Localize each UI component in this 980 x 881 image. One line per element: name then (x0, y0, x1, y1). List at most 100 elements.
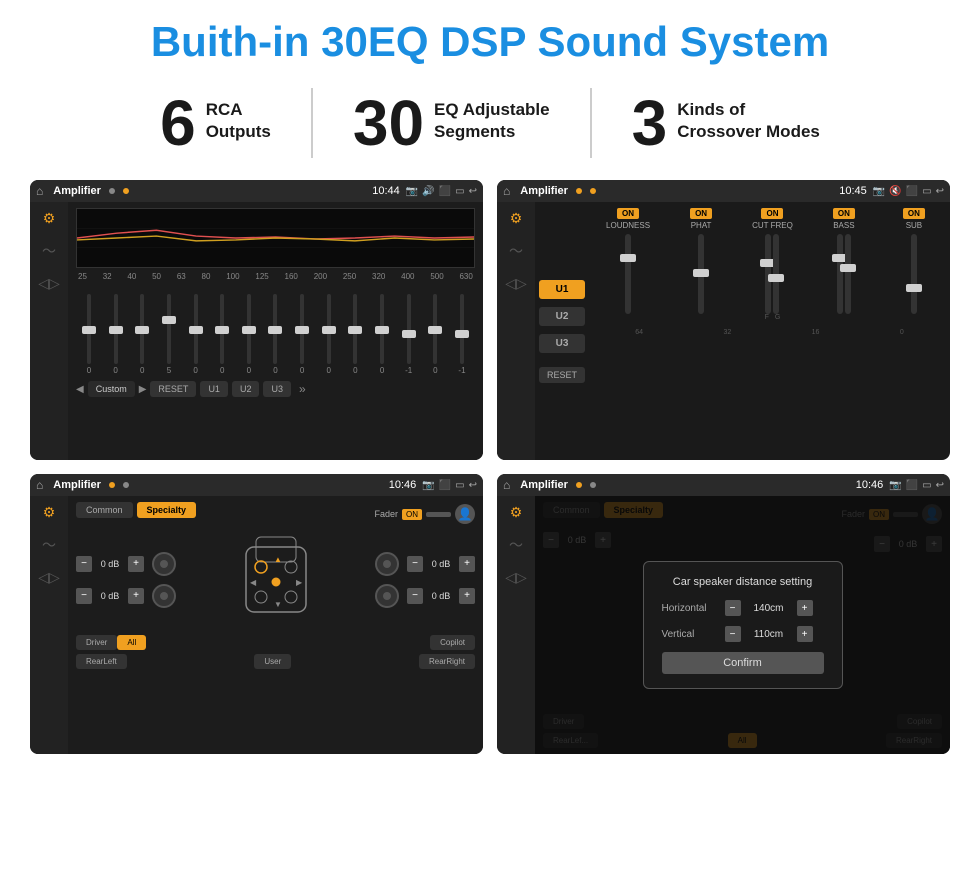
ch4-plus[interactable]: + (459, 588, 475, 604)
ch3-plus[interactable]: + (459, 556, 475, 572)
sidebar-vol-icon[interactable]: ◁▷ (38, 275, 60, 292)
dialog-horizontal-value: 140cm (749, 603, 789, 614)
ch2-plus[interactable]: + (128, 588, 144, 604)
vertical-minus[interactable]: − (725, 626, 741, 642)
eq-next-arrow[interactable]: ▶ (139, 384, 147, 395)
u3-button[interactable]: U3 (539, 334, 585, 353)
rearright-btn[interactable]: RearRight (419, 654, 475, 669)
stat-crossover-number: 3 (632, 91, 668, 155)
slider-1: 0 (78, 294, 100, 375)
screen1-content: ⚙ 〜 ◁▷ (30, 202, 483, 460)
ch3-value: 0 dB (427, 559, 455, 569)
ch1-minus[interactable]: − (76, 556, 92, 572)
horizontal-plus[interactable]: + (797, 600, 813, 616)
ch-bass: ON BASS (825, 208, 863, 321)
tab-specialty[interactable]: Specialty (137, 502, 197, 518)
slider-3: 0 (131, 294, 153, 375)
speaker-icon-2 (152, 584, 176, 608)
dialog-vertical-row: Vertical − 110cm + (662, 626, 824, 642)
speaker-icon-3 (375, 552, 399, 576)
dot-8 (590, 482, 596, 488)
ch-row-1: − 0 dB + (76, 552, 176, 576)
status-icons-2: 📷🔇⬛▭↩ (873, 186, 944, 197)
slider-13: -1 (398, 294, 420, 375)
eq-freq-labels: 25 32 40 50 63 80 100 125 160 200 250 32… (76, 272, 475, 281)
sidebar-eq-icon[interactable]: ⚙ (43, 210, 56, 227)
ch-loudness-slider[interactable] (625, 234, 631, 314)
ch3-minus[interactable]: − (407, 556, 423, 572)
rearleft-btn[interactable]: RearLeft (76, 654, 127, 669)
amp-reset-btn[interactable]: RESET (539, 367, 585, 383)
screen1-time: 10:44 (372, 185, 400, 197)
fader-slider[interactable] (426, 512, 451, 517)
eq-u1-btn[interactable]: U1 (200, 381, 228, 397)
eq-prev-arrow[interactable]: ◀ (76, 384, 84, 395)
left-sidebar-4: ⚙ 〜 ◁▷ (497, 496, 535, 754)
fader-label: Fader (374, 509, 398, 519)
sidebar-icon-3a[interactable]: ⚙ (43, 504, 56, 521)
tab-row-3: Common Specialty (76, 502, 196, 518)
ch4-minus[interactable]: − (407, 588, 423, 604)
dot-2 (123, 188, 129, 194)
ch-cutfreq-slider-g[interactable] (773, 234, 779, 314)
eq-u2-btn[interactable]: U2 (232, 381, 260, 397)
horizontal-minus[interactable]: − (725, 600, 741, 616)
home-icon-3: ⌂ (36, 478, 43, 492)
stat-crossover-label: Kinds ofCrossover Modes (677, 91, 820, 143)
tab-common[interactable]: Common (76, 502, 133, 518)
person-icon: 👤 (455, 504, 475, 524)
copilot-btn[interactable]: Copilot (430, 635, 475, 650)
sidebar-icon-3c[interactable]: ◁▷ (38, 569, 60, 586)
left-sidebar-3: ⚙ 〜 ◁▷ (30, 496, 68, 754)
eq-u3-btn[interactable]: U3 (263, 381, 291, 397)
slider-14: 0 (424, 294, 446, 375)
eq-sliders: 0 0 0 5 (76, 285, 475, 375)
page-title: Buith-in 30EQ DSP Sound System (30, 18, 950, 66)
freq-320: 320 (372, 272, 385, 281)
u1-button[interactable]: U1 (539, 280, 585, 299)
sidebar-icon-4a[interactable]: ⚙ (510, 504, 523, 521)
confirm-button[interactable]: Confirm (662, 652, 824, 674)
ch-sub-slider[interactable] (911, 234, 917, 314)
sidebar-icon-3b[interactable]: 〜 (42, 535, 56, 555)
ch-phat-slider[interactable] (698, 234, 704, 314)
ch-bass-slider-g[interactable] (845, 234, 851, 314)
sidebar-icon-4c[interactable]: ◁▷ (505, 569, 527, 586)
screen4-content: ⚙ 〜 ◁▷ Common Specialty Fader (497, 496, 950, 754)
screen-dialog: ⌂ Amplifier 10:46 📷⬛▭↩ ⚙ 〜 ◁▷ (497, 474, 950, 754)
svg-text:▶: ▶ (296, 578, 303, 587)
sidebar-wave-icon-2[interactable]: 〜 (509, 241, 523, 261)
sidebar-vol-icon-2[interactable]: ◁▷ (505, 275, 527, 292)
ch-loudness: ON LOUDNESS (606, 208, 650, 321)
ch-phat: ON PHAT (682, 208, 720, 321)
sidebar-wave-icon[interactable]: 〜 (42, 241, 56, 261)
driver-btn[interactable]: Driver (76, 635, 117, 650)
dot-6 (123, 482, 129, 488)
user-btn[interactable]: User (254, 654, 291, 669)
slider-15: -1 (451, 294, 473, 375)
screen-amp: ⌂ Amplifier 10:45 📷🔇⬛▭↩ ⚙ 〜 ◁▷ U1 (497, 180, 950, 460)
slider-7: 0 (238, 294, 260, 375)
ch1-value: 0 dB (96, 559, 124, 569)
sidebar-eq-icon-2[interactable]: ⚙ (510, 210, 523, 227)
screen3-content: ⚙ 〜 ◁▷ Common Specialty Fader ON (30, 496, 483, 754)
ch-bass-slider-f[interactable] (837, 234, 843, 314)
vertical-plus[interactable]: + (797, 626, 813, 642)
freq-32: 32 (103, 272, 112, 281)
ch-row-4: − 0 dB + (375, 584, 475, 608)
sidebar-icon-4b[interactable]: 〜 (509, 535, 523, 555)
ch2-minus[interactable]: − (76, 588, 92, 604)
status-icons-4: 📷⬛▭↩ (889, 480, 944, 491)
slider-8: 0 (264, 294, 286, 375)
screen4-time: 10:46 (856, 479, 884, 491)
screen3-title: Amplifier (53, 479, 101, 491)
status-bar-1: ⌂ Amplifier 10:44 📷🔊⬛▭↩ (30, 180, 483, 202)
eq-more-icon[interactable]: » (299, 382, 306, 396)
eq-reset-btn[interactable]: RESET (150, 381, 196, 397)
dot-4 (590, 188, 596, 194)
ch1-plus[interactable]: + (128, 556, 144, 572)
u2-button[interactable]: U2 (539, 307, 585, 326)
freq-80: 80 (202, 272, 211, 281)
all-btn[interactable]: All (117, 635, 146, 650)
eq-preset-name: Custom (88, 381, 135, 397)
